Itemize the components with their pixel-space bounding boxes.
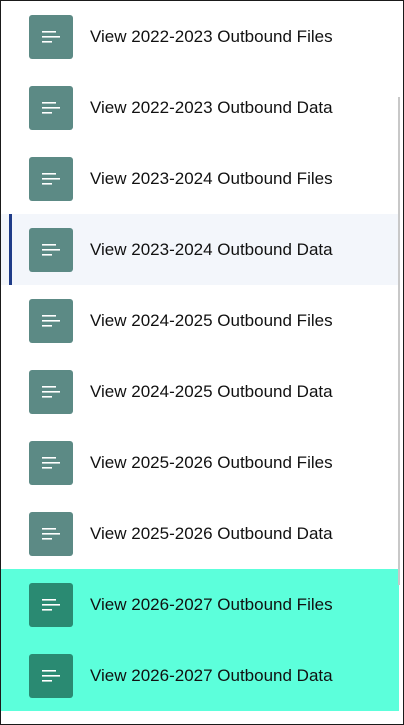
outbound-menu-list: View 2022-2023 Outbound Files View 2022-… bbox=[1, 1, 399, 711]
document-lines-icon bbox=[29, 511, 73, 556]
document-lines-icon bbox=[29, 85, 73, 130]
menu-item-label: View 2025-2026 Outbound Data bbox=[90, 523, 333, 543]
menu-item-label: View 2024-2025 Outbound Data bbox=[90, 381, 333, 401]
document-lines-icon bbox=[29, 440, 73, 485]
menu-item-label: View 2026-2027 Outbound Data bbox=[90, 665, 333, 685]
menu-item-2023-2024-outbound-data[interactable]: View 2023-2024 Outbound Data bbox=[1, 214, 399, 285]
menu-item-label: View 2024-2025 Outbound Files bbox=[90, 310, 333, 330]
menu-item-2025-2026-outbound-files[interactable]: View 2025-2026 Outbound Files bbox=[1, 427, 399, 498]
menu-item-label: View 2025-2026 Outbound Files bbox=[90, 452, 333, 472]
document-lines-icon bbox=[29, 582, 73, 627]
document-lines-icon bbox=[29, 653, 73, 698]
menu-item-2022-2023-outbound-files[interactable]: View 2022-2023 Outbound Files bbox=[1, 1, 399, 72]
menu-item-2026-2027-outbound-data[interactable]: View 2026-2027 Outbound Data bbox=[1, 640, 399, 711]
menu-item-2024-2025-outbound-files[interactable]: View 2024-2025 Outbound Files bbox=[1, 285, 399, 356]
menu-item-label: View 2022-2023 Outbound Data bbox=[90, 97, 333, 117]
document-lines-icon bbox=[29, 14, 73, 59]
menu-item-label: View 2023-2024 Outbound Data bbox=[90, 239, 333, 259]
menu-panel: View 2022-2023 Outbound Files View 2022-… bbox=[0, 0, 404, 725]
document-lines-icon bbox=[29, 227, 73, 272]
menu-item-2022-2023-outbound-data[interactable]: View 2022-2023 Outbound Data bbox=[1, 72, 399, 143]
document-lines-icon bbox=[29, 156, 73, 201]
document-lines-icon bbox=[29, 369, 73, 414]
vertical-scrollbar[interactable] bbox=[398, 97, 400, 585]
menu-item-2024-2025-outbound-data[interactable]: View 2024-2025 Outbound Data bbox=[1, 356, 399, 427]
menu-item-label: View 2023-2024 Outbound Files bbox=[90, 168, 333, 188]
menu-item-2026-2027-outbound-files[interactable]: View 2026-2027 Outbound Files bbox=[1, 569, 399, 640]
menu-item-2023-2024-outbound-files[interactable]: View 2023-2024 Outbound Files bbox=[1, 143, 399, 214]
menu-item-label: View 2026-2027 Outbound Files bbox=[90, 594, 333, 614]
menu-item-2025-2026-outbound-data[interactable]: View 2025-2026 Outbound Data bbox=[1, 498, 399, 569]
document-lines-icon bbox=[29, 298, 73, 343]
menu-item-label: View 2022-2023 Outbound Files bbox=[90, 26, 333, 46]
